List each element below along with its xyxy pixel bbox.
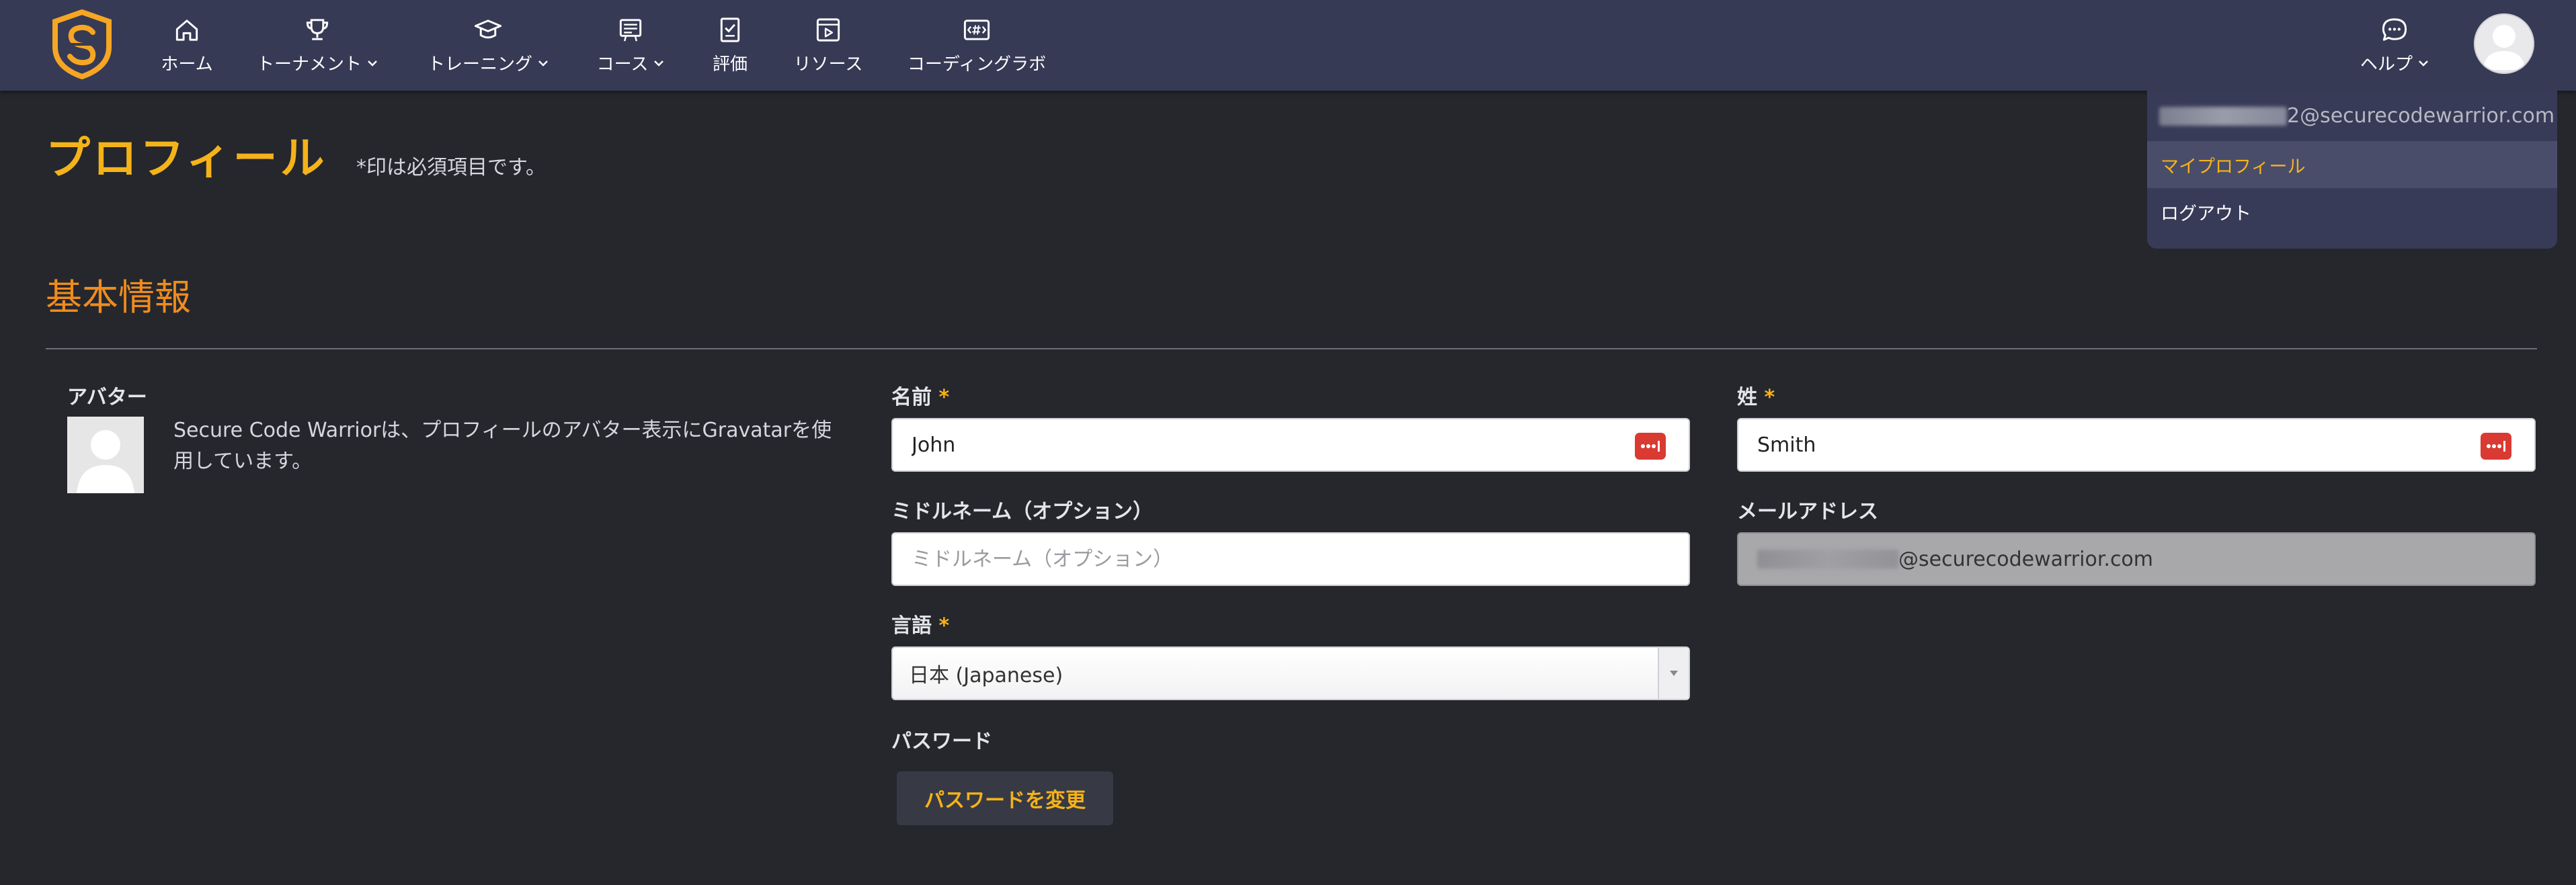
caret-down-icon (1670, 671, 1678, 676)
language-select[interactable]: 日本 (Japanese) (891, 646, 1690, 700)
nav-training[interactable]: トレーニング (421, 15, 555, 75)
trophy-icon (306, 19, 329, 40)
middle-name-label: ミドルネーム（オプション） (891, 500, 1154, 523)
password-label: パスワード (891, 730, 992, 753)
nav-home-label: ホーム (161, 54, 213, 75)
avatar-label: アバター (67, 386, 147, 409)
nav-help[interactable]: ヘルプ (2354, 15, 2435, 75)
required-fields-note: *印は必須項目です。 (356, 156, 546, 179)
redacted-email-prefix (1757, 550, 1898, 568)
course-icon (619, 19, 642, 42)
last-name-label: 姓 * (1737, 380, 1775, 410)
default-avatar-icon (77, 430, 134, 493)
required-star: * (1764, 386, 1775, 409)
email-field: @securecodewarrior.com (1737, 532, 2536, 586)
chat-help-icon (2382, 18, 2407, 41)
user-avatar-icon (2474, 13, 2534, 74)
user-dropdown-menu: 2@securecodewarrior.com マイプロフィール ログアウト (2147, 91, 2557, 249)
last-name-label-text: 姓 (1737, 386, 1757, 409)
first-name-input[interactable] (912, 433, 1689, 457)
nav-resources[interactable]: リソース (789, 15, 867, 75)
chevron-down-icon (2419, 60, 2428, 67)
nav-coding-lab[interactable]: コーディングラボ (901, 15, 1053, 75)
language-label-text: 言語 (891, 614, 932, 638)
first-name-label: 名前 * (891, 380, 949, 410)
section-divider (46, 348, 2537, 349)
nav-assessments[interactable]: 評価 (706, 15, 754, 75)
email-suffix: @securecodewarrior.com (1898, 547, 2154, 571)
language-label: 言語 * (891, 609, 949, 638)
nav-help-label: ヘルプ (2360, 54, 2413, 75)
redacted-email-prefix (2159, 106, 2287, 126)
password-manager-icon[interactable] (1635, 433, 1666, 460)
user-avatar-button[interactable] (2474, 13, 2534, 74)
menu-item-logout[interactable]: ログアウト (2147, 188, 2557, 235)
language-selected-value: 日本 (Japanese) (909, 664, 1063, 687)
first-name-label-text: 名前 (891, 386, 932, 409)
nav-tournaments-label: トーナメント (256, 54, 362, 75)
nav-courses[interactable]: コース (590, 15, 671, 75)
profile-avatar-image (67, 417, 144, 493)
top-nav-bar: ホーム トーナメント トレーニング コース 評価 リソース コーディングラボ ヘ… (0, 0, 2576, 91)
nav-courses-label: コース (596, 54, 649, 75)
first-name-field-wrapper (891, 418, 1690, 472)
nav-coding-lab-label: コーディングラボ (907, 54, 1047, 75)
nav-home[interactable]: ホーム (157, 15, 216, 75)
section-title-basic-info: 基本情報 (46, 276, 191, 319)
email-label: メールアドレス (1737, 500, 1878, 523)
menu-item-logout-label: ログアウト (2161, 203, 2251, 224)
password-manager-icon[interactable] (2481, 433, 2511, 460)
required-star: * (938, 386, 950, 409)
home-icon (175, 19, 198, 41)
chevron-down-icon (654, 60, 664, 67)
middle-name-input[interactable] (912, 547, 1689, 571)
last-name-field-wrapper (1737, 418, 2536, 472)
gravatar-description: Secure Code Warriorは、プロフィールのアバター表示にGrava… (173, 419, 832, 473)
change-password-button[interactable]: パスワードを変更 (897, 771, 1113, 825)
chevron-down-icon (368, 60, 377, 67)
graduation-cap-icon (474, 19, 502, 39)
dropdown-email-suffix: 2@securecodewarrior.com (2287, 104, 2555, 128)
page-title: プロフィール (46, 132, 327, 184)
assessment-icon (720, 17, 740, 42)
nav-resources-label: リソース (793, 54, 863, 75)
dropdown-user-email: 2@securecodewarrior.com (2159, 104, 2554, 128)
nav-training-label: トレーニング (427, 54, 532, 75)
chevron-down-icon (538, 60, 548, 67)
required-star: * (938, 614, 950, 638)
select-caret[interactable] (1658, 648, 1689, 699)
last-name-input[interactable] (1757, 433, 2534, 457)
menu-item-my-profile[interactable]: マイプロフィール (2147, 141, 2557, 188)
middle-name-field-wrapper (891, 532, 1690, 586)
secure-code-warrior-logo[interactable] (50, 9, 114, 79)
menu-item-my-profile-label: マイプロフィール (2161, 156, 2306, 177)
video-resource-icon (816, 18, 840, 42)
nav-assessments-label: 評価 (712, 54, 748, 75)
code-lab-icon (963, 19, 990, 40)
nav-tournaments[interactable]: トーナメント (250, 15, 385, 75)
